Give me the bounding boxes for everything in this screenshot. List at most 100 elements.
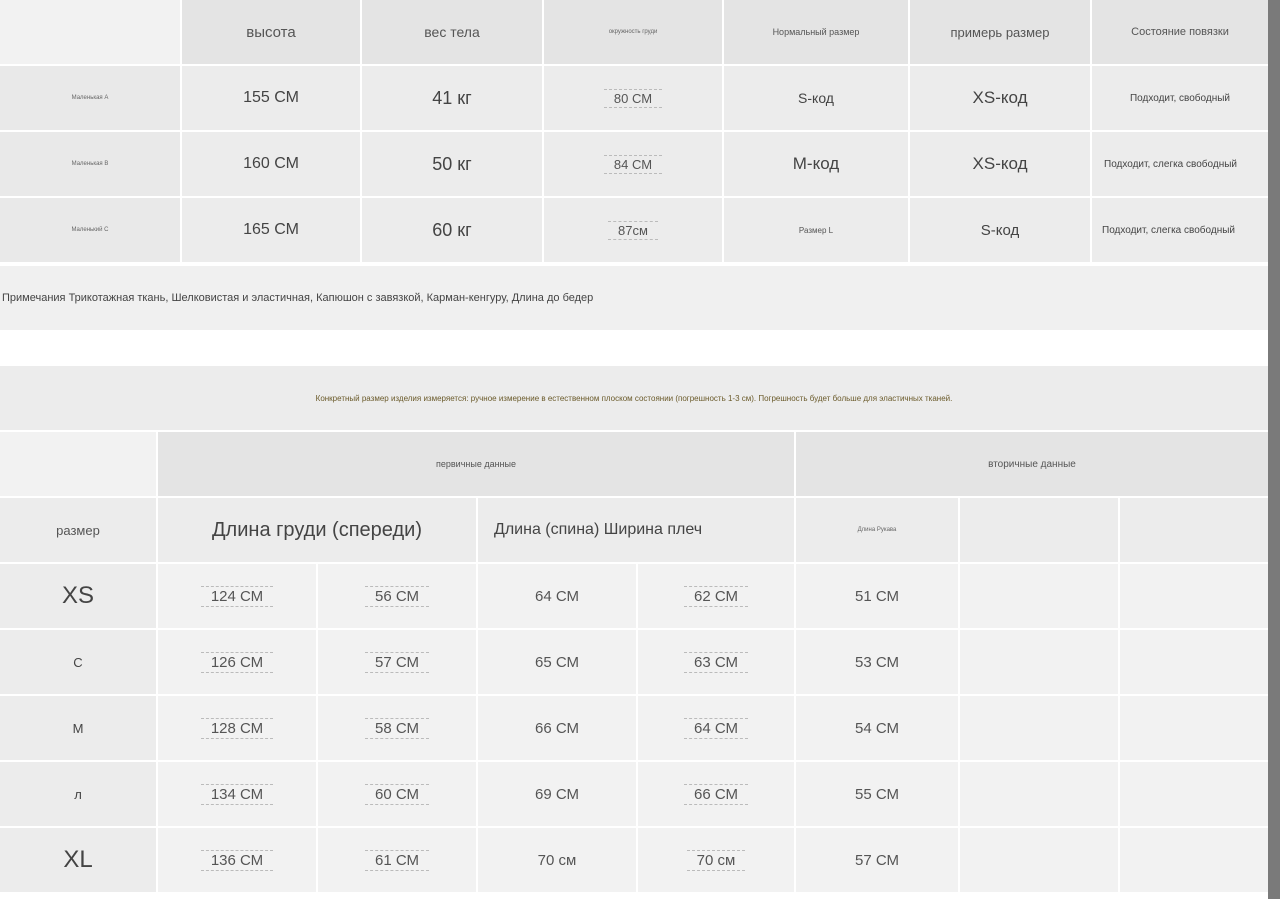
size-label: М — [0, 696, 156, 760]
measure-value: 57 СМ — [364, 651, 429, 673]
empty-cell — [960, 828, 1118, 892]
empty-cell — [1120, 828, 1268, 892]
empty-cell — [1120, 564, 1268, 628]
fit-value: Подходит, свободный — [1092, 66, 1268, 130]
tried-size-value: XS-код — [910, 132, 1090, 196]
measure-value: 66 СМ — [683, 783, 748, 805]
fit-value: Подходит, слегка свободный — [1092, 132, 1268, 196]
measure-cell: 64 СМ — [478, 564, 636, 628]
empty-cell — [960, 564, 1118, 628]
measure-value: 54 СМ — [854, 719, 899, 737]
chest-cell: 84 СМ — [544, 132, 722, 196]
size-label: XL — [0, 828, 156, 892]
measure-value: 128 СМ — [200, 717, 274, 739]
measure-value: 64 СМ — [683, 717, 748, 739]
empty-cell — [1120, 630, 1268, 694]
corner-cell — [0, 0, 180, 64]
corner-cell — [0, 432, 156, 496]
empty-cell — [960, 498, 1118, 562]
measure-cell: 55 СМ — [796, 762, 958, 826]
header-sleeve: Длина Рукава — [796, 498, 958, 562]
row-label: Маленький C — [0, 198, 180, 262]
measure-value: 124 СМ — [200, 585, 274, 607]
measure-cell: 57 СМ — [318, 630, 476, 694]
measure-cell: 70 см — [478, 828, 636, 892]
measure-cell: 65 СМ — [478, 630, 636, 694]
header-weight: вес тела — [362, 0, 542, 64]
measurement-note: Конкретный размер изделия измеряется: ру… — [0, 366, 1268, 430]
empty-cell — [1120, 498, 1268, 562]
group-secondary: вторичные данные — [796, 432, 1268, 496]
chest-value: 84 СМ — [603, 154, 663, 174]
measure-cell: 126 СМ — [158, 630, 316, 694]
measure-cell: 53 СМ — [796, 630, 958, 694]
measure-cell: 128 СМ — [158, 696, 316, 760]
product-notes: Примечания Трикотажная ткань, Шелковиста… — [2, 292, 594, 304]
chest-cell: 87см — [544, 198, 722, 262]
scrollbar-edge — [1268, 0, 1280, 899]
tried-size-value: XS-код — [910, 66, 1090, 130]
header-chest-length: Длина груди (спереди) — [158, 498, 476, 562]
empty-cell — [960, 630, 1118, 694]
measure-cell: 66 СМ — [638, 762, 794, 826]
measure-cell: 57 СМ — [796, 828, 958, 892]
empty-cell — [1120, 762, 1268, 826]
measure-value: 70 см — [686, 849, 746, 871]
measure-cell: 61 СМ — [318, 828, 476, 892]
weight-value: 41 кг — [362, 66, 542, 130]
measure-value: 62 СМ — [683, 585, 748, 607]
empty-cell — [1120, 696, 1268, 760]
measure-value: 56 СМ — [364, 585, 429, 607]
empty-cell — [960, 696, 1118, 760]
row-label: Маленькая B — [0, 132, 180, 196]
size-label: л — [0, 762, 156, 826]
header-size: размер — [0, 498, 156, 562]
measure-value: 53 СМ — [854, 653, 899, 671]
measure-value: 70 см — [537, 851, 577, 869]
header-tried-size: примерь размер — [910, 0, 1090, 64]
normal-size-value: Размер L — [724, 198, 908, 262]
tried-size-value: S-код — [910, 198, 1090, 262]
measure-cell: 63 СМ — [638, 630, 794, 694]
measure-cell: 124 СМ — [158, 564, 316, 628]
measure-value: 136 СМ — [200, 849, 274, 871]
measure-value: 134 СМ — [200, 783, 274, 805]
measure-cell: 51 СМ — [796, 564, 958, 628]
measure-cell: 56 СМ — [318, 564, 476, 628]
chest-cell: 80 СМ — [544, 66, 722, 130]
row-label: Маленькая A — [0, 66, 180, 130]
weight-value: 60 кг — [362, 198, 542, 262]
chest-value: 87см — [608, 220, 658, 240]
normal-size-value: S-код — [724, 66, 908, 130]
header-back-shoulder: Длина (спина) Ширина плеч — [478, 498, 794, 562]
measure-value: 66 СМ — [534, 719, 579, 737]
header-fit: Состояние повязки — [1092, 0, 1268, 64]
measure-value: 126 СМ — [200, 651, 274, 673]
measure-cell: 54 СМ — [796, 696, 958, 760]
header-height: высота — [182, 0, 360, 64]
size-label: С — [0, 630, 156, 694]
chest-value: 80 СМ — [603, 88, 663, 108]
measure-cell: 62 СМ — [638, 564, 794, 628]
measure-cell: 58 СМ — [318, 696, 476, 760]
size-label: XS — [0, 564, 156, 628]
measure-cell: 64 СМ — [638, 696, 794, 760]
measure-value: 64 СМ — [534, 587, 579, 605]
measure-value: 51 СМ — [854, 587, 899, 605]
measure-value: 61 СМ — [364, 849, 429, 871]
measure-cell: 60 СМ — [318, 762, 476, 826]
height-value: 155 СМ — [182, 66, 360, 130]
measure-cell: 134 СМ — [158, 762, 316, 826]
header-normal-size: Нормальный размер — [724, 0, 908, 64]
measure-value: 69 СМ — [534, 785, 579, 803]
measure-value: 57 СМ — [854, 851, 899, 869]
empty-cell — [960, 762, 1118, 826]
measure-cell: 69 СМ — [478, 762, 636, 826]
measure-value: 65 СМ — [534, 653, 579, 671]
height-value: 160 СМ — [182, 132, 360, 196]
measure-cell: 70 см — [638, 828, 794, 892]
measure-value: 63 СМ — [683, 651, 748, 673]
measure-value: 58 СМ — [364, 717, 429, 739]
measure-value: 60 СМ — [364, 783, 429, 805]
measure-cell: 66 СМ — [478, 696, 636, 760]
